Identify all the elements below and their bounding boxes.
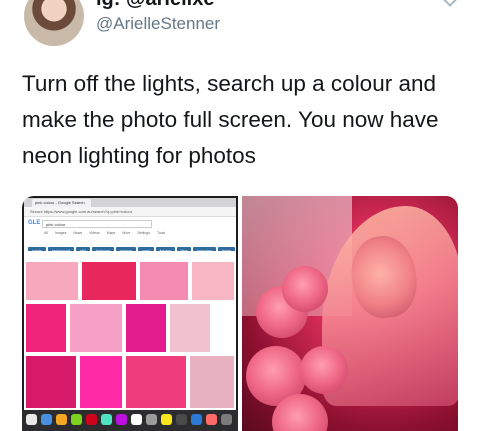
rose bbox=[282, 266, 328, 312]
image-result-tile bbox=[70, 304, 122, 352]
photo-neon-portrait[interactable] bbox=[242, 196, 458, 431]
google-logo: GLE bbox=[28, 220, 41, 226]
dock-app-icon bbox=[131, 414, 142, 425]
image-result-tile bbox=[26, 304, 66, 352]
search-menu-item: All bbox=[44, 231, 48, 235]
related-chip: purple bbox=[28, 247, 46, 251]
dock-app-icon bbox=[116, 414, 127, 425]
dock-app-icon bbox=[71, 414, 82, 425]
image-result-tile bbox=[82, 262, 136, 300]
search-menu: All Images News Videos Maps More Settings Tools bbox=[24, 231, 236, 239]
search-menu-item: News bbox=[73, 231, 83, 235]
image-results-grid bbox=[26, 262, 236, 412]
related-chip: bedroom bbox=[92, 247, 115, 251]
related-chip: coral bbox=[137, 247, 154, 251]
search-menu-item: Settings bbox=[137, 231, 150, 235]
address-bar: Secure https://www.google.com.au/search?… bbox=[24, 207, 236, 217]
image-result-tile bbox=[26, 356, 76, 408]
search-menu-item: Tools bbox=[156, 231, 166, 235]
dock-app-icon bbox=[191, 414, 202, 425]
avatar[interactable] bbox=[24, 0, 84, 46]
related-chip: blue bbox=[176, 247, 192, 251]
dock-app-icon bbox=[41, 414, 52, 425]
search-menu-item: Maps bbox=[106, 231, 116, 235]
dock-app-icon bbox=[86, 414, 97, 425]
dock-app-icon bbox=[176, 414, 187, 425]
related-chip: turquoise bbox=[193, 247, 216, 251]
tweet-header: ig: @arielixe @ArielleStenner bbox=[0, 0, 480, 56]
user-handle[interactable]: @ArielleStenner bbox=[96, 14, 220, 34]
related-chip: skin bbox=[76, 247, 91, 251]
tweet-media[interactable]: pink colour - Google Search Secure https… bbox=[22, 196, 458, 431]
image-result-tile bbox=[126, 304, 166, 352]
search-menu-item: More bbox=[122, 231, 131, 235]
related-chip: fuschia bbox=[155, 247, 175, 251]
dock-app-icon bbox=[101, 414, 112, 425]
image-result-tile bbox=[140, 262, 188, 300]
browser-tab: pink colour - Google Search bbox=[32, 199, 91, 207]
dock-app-icon bbox=[206, 414, 217, 425]
image-result-tile bbox=[26, 262, 78, 300]
search-query: pink colour bbox=[42, 220, 152, 228]
dock-app-icon bbox=[161, 414, 172, 425]
search-menu-item: Images bbox=[54, 231, 67, 235]
image-result-tile bbox=[80, 356, 122, 408]
dock-app-icon bbox=[26, 414, 37, 425]
related-chips: purple background skin bedroom maroon coral fu… bbox=[24, 239, 236, 251]
dock bbox=[22, 410, 238, 431]
dock-app-icon bbox=[221, 414, 232, 425]
chevron-down-icon[interactable] bbox=[440, 0, 460, 7]
browser-tab-bar: pink colour - Google Search bbox=[24, 198, 236, 207]
display-name[interactable]: ig: @arielixe bbox=[96, 0, 214, 11]
photo-screen-google-search[interactable]: pink colour - Google Search Secure https… bbox=[22, 196, 238, 431]
image-result-tile bbox=[126, 356, 186, 408]
rose bbox=[300, 346, 348, 394]
dock-app-icon bbox=[146, 414, 157, 425]
image-result-tile bbox=[190, 356, 234, 408]
dock-app-icon bbox=[56, 414, 67, 425]
tweet-text: Turn off the lights, search up a colour … bbox=[22, 71, 439, 168]
related-chip: brown bbox=[217, 247, 236, 251]
related-chip: background bbox=[47, 247, 75, 251]
google-search-bar: GLE pink colour bbox=[24, 217, 236, 231]
related-chip: maroon bbox=[116, 247, 136, 251]
search-menu-item: Videos bbox=[89, 231, 100, 235]
image-result-tile bbox=[170, 304, 210, 352]
browser-window: pink colour - Google Search Secure https… bbox=[24, 198, 236, 416]
image-result-tile bbox=[192, 262, 234, 300]
